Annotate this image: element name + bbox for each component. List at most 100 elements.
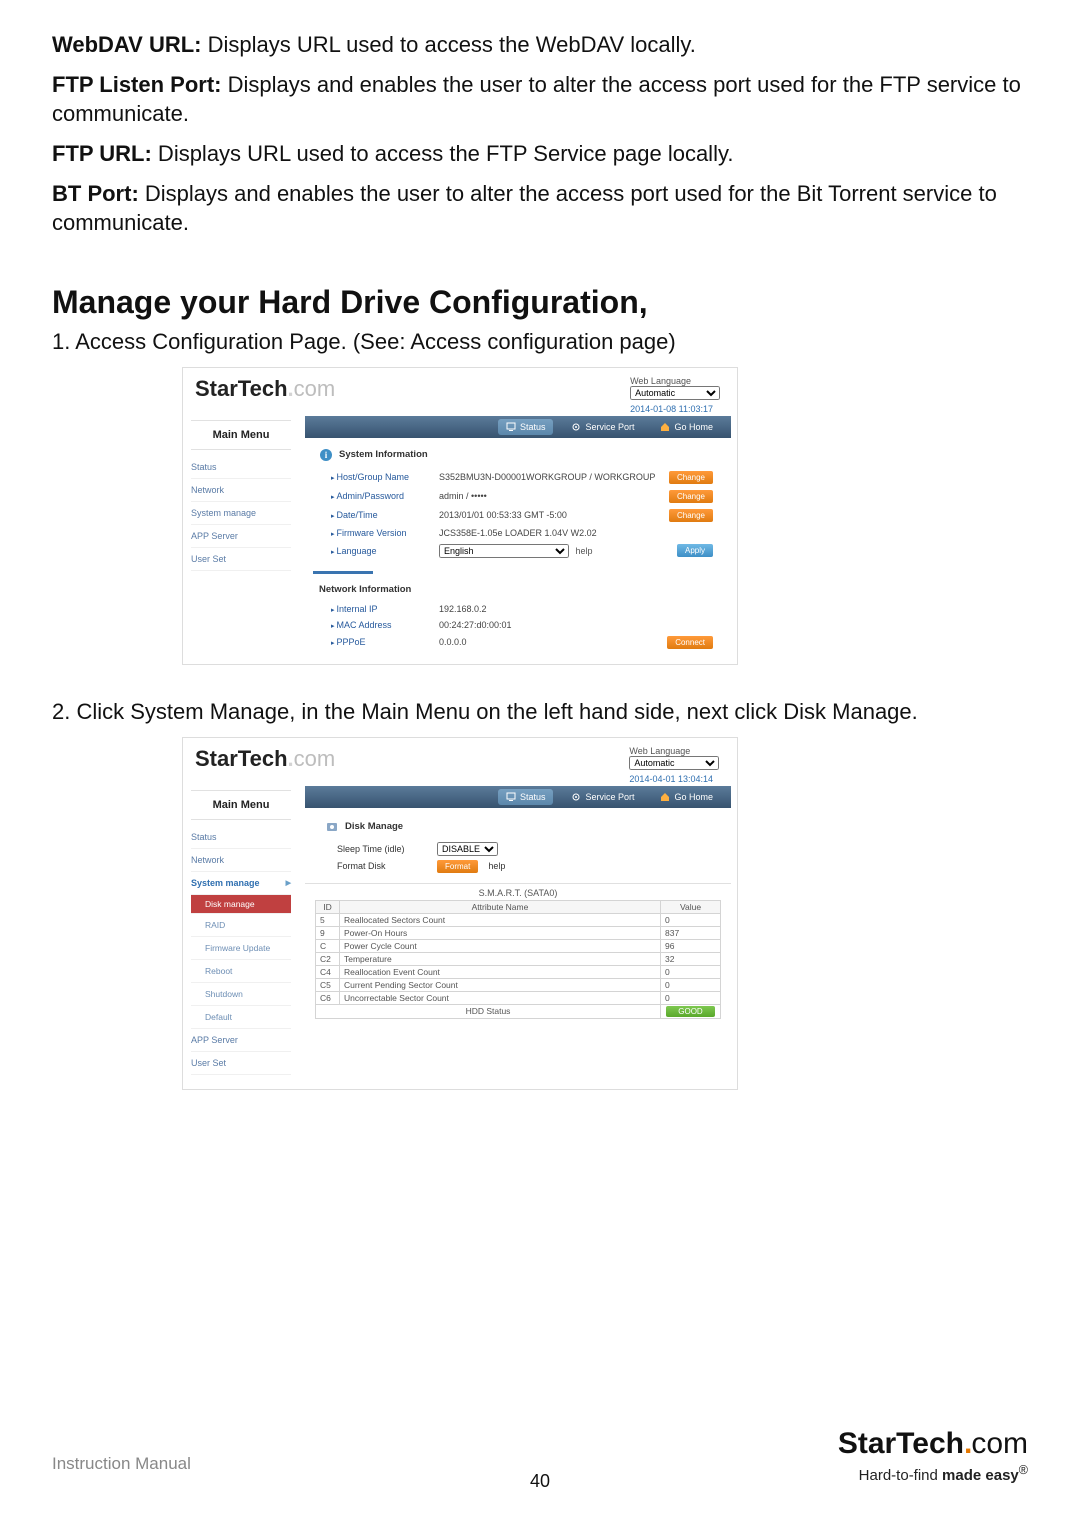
row-mac: MAC Address 00:24:27:d0:00:01 xyxy=(305,617,731,633)
tab-service-port[interactable]: Service Port xyxy=(563,419,642,435)
row-hostgroup: Host/Group Name S352BMU3N-D00001WORKGROU… xyxy=(305,468,731,487)
lang-select[interactable]: Automatic xyxy=(630,386,720,400)
submenu-raid[interactable]: RAID xyxy=(191,914,291,937)
lang-label-2: Web Language xyxy=(629,746,690,756)
row-datetime: Date/Time 2013/01/01 00:53:33 GMT -5:00 … xyxy=(305,506,731,525)
submenu-default[interactable]: Default xyxy=(191,1006,291,1029)
language-help-link[interactable]: help xyxy=(576,546,593,556)
smart-caption: S.M.A.R.T. (SATA0) xyxy=(305,883,731,898)
tab-status[interactable]: Status xyxy=(498,419,554,435)
tab2-status[interactable]: Status xyxy=(498,789,554,805)
def-webdav: WebDAV URL: Displays URL used to access … xyxy=(52,30,1028,60)
main-menu: Main Menu Status Network System manage A… xyxy=(183,416,299,664)
row-adminpw: Admin/Password admin / ••••• Change xyxy=(305,487,731,506)
def-webdav-text: Displays URL used to access the WebDAV l… xyxy=(202,32,696,57)
smart-val: 32 xyxy=(661,952,721,965)
smart-row: C2Temperature32 xyxy=(316,952,721,965)
disk-icon xyxy=(325,820,339,834)
tab2-go-home[interactable]: Go Home xyxy=(652,789,721,805)
network-separator-icon xyxy=(313,571,373,574)
def-ftpurl: FTP URL: Displays URL used to access the… xyxy=(52,139,1028,169)
app-brand-2: StarTech.com xyxy=(195,746,335,772)
value-hostgroup: S352BMU3N-D00001WORKGROUP / WORKGROUP xyxy=(439,472,669,482)
smart-table: ID Attribute Name Value 5Reallocated Sec… xyxy=(315,900,721,1019)
smart-val: 0 xyxy=(661,991,721,1004)
main-menu-2: Main Menu Status Network System manage▶ … xyxy=(183,786,299,1089)
menu2-network[interactable]: Network xyxy=(191,849,291,872)
def-btport-label: BT Port: xyxy=(52,181,139,206)
sleep-time-label: Sleep Time (idle) xyxy=(337,844,427,854)
change-datetime-button[interactable]: Change xyxy=(669,509,713,522)
main-menu-head: Main Menu xyxy=(191,420,291,450)
chevron-right-icon: ▶ xyxy=(286,879,291,887)
menu-user-set[interactable]: User Set xyxy=(191,548,291,571)
menu2-user-set[interactable]: User Set xyxy=(191,1052,291,1075)
def-ftpurl-label: FTP URL: xyxy=(52,141,152,166)
monitor-icon xyxy=(506,422,516,432)
label-hostgroup: Host/Group Name xyxy=(331,472,439,482)
main-menu-head-2: Main Menu xyxy=(191,790,291,820)
value-firmware: JCS358E-1.05e LOADER 1.04V W2.02 xyxy=(439,528,731,538)
network-info-title: Network Information xyxy=(305,584,731,595)
def-btport: BT Port: Displays and enables the user t… xyxy=(52,179,1028,238)
timestamp-2: 2014-04-01 13:04:14 xyxy=(629,770,725,786)
format-button[interactable]: Format xyxy=(437,860,478,873)
label-datetime: Date/Time xyxy=(331,510,439,520)
value-mac: 00:24:27:d0:00:01 xyxy=(439,620,731,630)
home-icon xyxy=(660,422,670,432)
smart-row: 9Power-On Hours837 xyxy=(316,926,721,939)
value-datetime: 2013/01/01 00:53:33 GMT -5:00 xyxy=(439,510,669,520)
submenu-disk-manage[interactable]: Disk manage xyxy=(191,895,291,914)
smart-id: C6 xyxy=(316,991,340,1004)
smart-id: C2 xyxy=(316,952,340,965)
smart-attr: Temperature xyxy=(340,952,661,965)
menu-network[interactable]: Network xyxy=(191,479,291,502)
label-pppoe: PPPoE xyxy=(331,637,439,647)
monitor-icon xyxy=(506,792,516,802)
menu2-status[interactable]: Status xyxy=(191,826,291,849)
label-adminpw: Admin/Password xyxy=(331,491,439,501)
menu-app-server[interactable]: APP Server xyxy=(191,525,291,548)
submenu-shutdown[interactable]: Shutdown xyxy=(191,983,291,1006)
submenu-reboot[interactable]: Reboot xyxy=(191,960,291,983)
smart-attr: Uncorrectable Sector Count xyxy=(340,991,661,1004)
smart-row: C4Reallocation Event Count0 xyxy=(316,965,721,978)
menu-status[interactable]: Status xyxy=(191,456,291,479)
hdd-status-label: HDD Status xyxy=(316,1004,661,1018)
change-hostgroup-button[interactable]: Change xyxy=(669,471,713,484)
lang-select-2[interactable]: Automatic xyxy=(629,756,719,770)
def-ftpport: FTP Listen Port: Displays and enables th… xyxy=(52,70,1028,129)
sleep-time-select[interactable]: DISABLE xyxy=(437,842,498,856)
language-select[interactable]: English xyxy=(439,544,569,558)
smart-id: 9 xyxy=(316,926,340,939)
smart-attr: Power-On Hours xyxy=(340,926,661,939)
change-adminpw-button[interactable]: Change xyxy=(669,490,713,503)
format-help-link[interactable]: help xyxy=(488,861,505,871)
row-internal-ip: Internal IP 192.168.0.2 xyxy=(305,601,731,617)
sleep-time-row: Sleep Time (idle) DISABLE xyxy=(305,840,731,858)
smart-id: C5 xyxy=(316,978,340,991)
smart-attr: Reallocation Event Count xyxy=(340,965,661,978)
row-language: Language English help Apply xyxy=(305,541,731,561)
submenu-firmware-update[interactable]: Firmware Update xyxy=(191,937,291,960)
connect-pppoe-button[interactable]: Connect xyxy=(667,636,713,649)
apply-language-button[interactable]: Apply xyxy=(677,544,713,557)
smart-val: 0 xyxy=(661,965,721,978)
smart-row: C5Current Pending Sector Count0 xyxy=(316,978,721,991)
menu2-app-server[interactable]: APP Server xyxy=(191,1029,291,1052)
smart-attr: Reallocated Sectors Count xyxy=(340,913,661,926)
smart-val: 0 xyxy=(661,978,721,991)
menu2-system-manage[interactable]: System manage▶ xyxy=(191,872,291,895)
menu-system-manage[interactable]: System manage xyxy=(191,502,291,525)
label-firmware: Firmware Version xyxy=(331,528,439,538)
app-brand: StarTech.com xyxy=(195,376,335,402)
value-adminpw: admin / ••••• xyxy=(439,491,669,501)
label-language: Language xyxy=(331,546,439,556)
tab-go-home[interactable]: Go Home xyxy=(652,419,721,435)
home-icon xyxy=(660,792,670,802)
smart-attr: Current Pending Sector Count xyxy=(340,978,661,991)
tab2-service-port[interactable]: Service Port xyxy=(563,789,642,805)
smart-id: C xyxy=(316,939,340,952)
row-pppoe: PPPoE 0.0.0.0 Connect xyxy=(305,633,731,652)
smart-val: 0 xyxy=(661,913,721,926)
